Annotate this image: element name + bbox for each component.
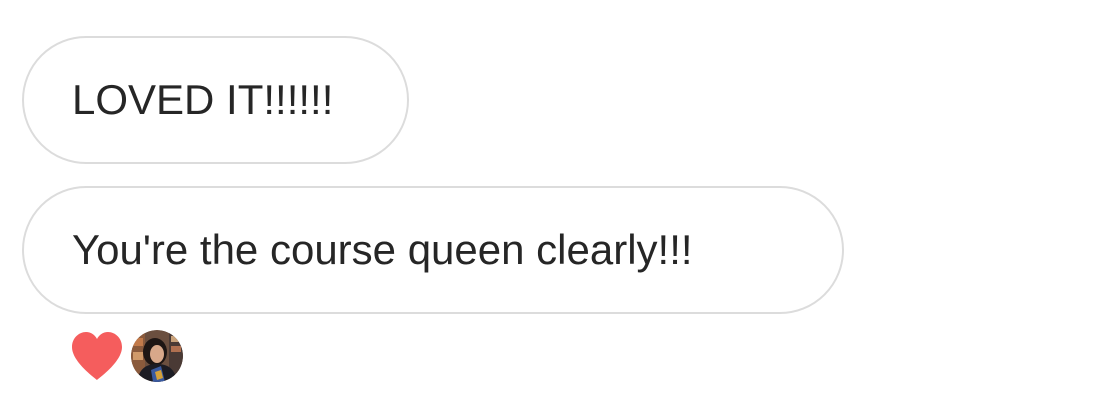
message-bubble[interactable]: LOVED IT!!!!!! (22, 36, 409, 164)
message-reactions[interactable] (69, 328, 183, 384)
message-bubble[interactable]: You're the course queen clearly!!! (22, 186, 844, 314)
avatar[interactable] (131, 330, 183, 382)
heart-icon (72, 332, 122, 380)
message-text: LOVED IT!!!!!! (72, 76, 334, 123)
message-thread: LOVED IT!!!!!! You're the course queen c… (0, 0, 1096, 412)
message-text: You're the course queen clearly!!! (72, 226, 693, 273)
